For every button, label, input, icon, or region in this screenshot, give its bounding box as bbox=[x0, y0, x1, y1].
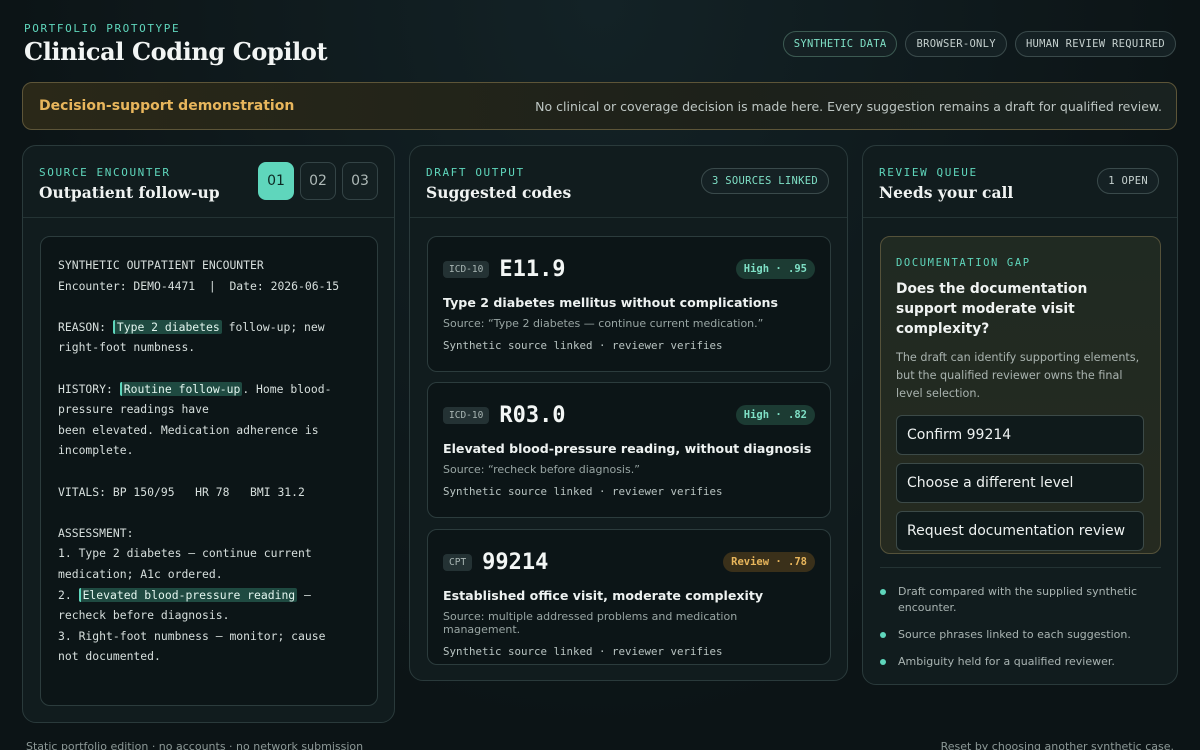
sources-linked-pill: 3 SOURCES LINKED bbox=[701, 168, 829, 194]
bullet-dot-icon bbox=[880, 632, 886, 638]
code-system-tag: CPT bbox=[443, 553, 473, 571]
app-header: PORTFOLIO PROTOTYPE Clinical Coding Copi… bbox=[24, 22, 328, 66]
request-documentation-review-button[interactable]: Request documentation review bbox=[896, 511, 1144, 551]
code-description: Type 2 diabetes mellitus without complic… bbox=[443, 295, 778, 310]
banner-title: Decision-support demonstration bbox=[39, 98, 295, 114]
note-encounter-line: Encounter: DEMO-4471 | Date: 2026-06-15 bbox=[58, 278, 340, 293]
source-panel-header: SOURCE ENCOUNTER Outpatient follow-up 01… bbox=[23, 146, 394, 218]
code-value: E11.9 bbox=[499, 256, 566, 282]
banner-text: No clinical or coverage decision is made… bbox=[535, 98, 1162, 114]
page-title: Clinical Coding Copilot bbox=[24, 37, 328, 66]
code-system-tag: ICD-10 bbox=[443, 406, 490, 424]
case-tab-03[interactable]: 03 bbox=[342, 162, 378, 200]
note-assessment-3b: not documented. bbox=[58, 649, 161, 664]
badge-browser-only: BROWSER-ONLY bbox=[905, 31, 1007, 57]
a2-prefix: 2. bbox=[58, 587, 79, 602]
reason-rest: follow-up; new bbox=[221, 319, 325, 334]
decision-options: Confirm 99214 Choose a different level R… bbox=[896, 415, 1145, 551]
gap-explanation: The draft can identify supporting elemen… bbox=[896, 351, 1140, 400]
review-panel-header: REVIEW QUEUE Needs your call 1 OPEN bbox=[863, 146, 1177, 218]
checklist-item: Source phrases linked to each suggestion… bbox=[880, 627, 1161, 643]
case-tabs: 01 02 03 bbox=[258, 162, 378, 200]
reason-label: REASON: bbox=[58, 319, 113, 334]
code-card[interactable]: CPT 99214 Review · .78 Established offic… bbox=[427, 529, 831, 665]
code-value: R03.0 bbox=[499, 402, 566, 428]
code-link-status: Synthetic source linked · reviewer verif… bbox=[443, 485, 723, 498]
note-assessment-1: 1. Type 2 diabetes — continue current bbox=[58, 546, 312, 561]
review-divider bbox=[880, 567, 1161, 568]
draft-panel-header: DRAFT OUTPUT Suggested codes 3 SOURCES L… bbox=[410, 146, 847, 218]
code-card[interactable]: ICD-10 R03.0 High · .82 Elevated blood-p… bbox=[427, 382, 831, 518]
code-link-status: Synthetic source linked · reviewer verif… bbox=[443, 645, 723, 658]
note-history-line-3: been elevated. Medication adherence is bbox=[58, 422, 319, 437]
choose-different-level-button[interactable]: Choose a different level bbox=[896, 463, 1144, 503]
checklist-text: Draft compared with the supplied synthet… bbox=[898, 585, 1138, 614]
review-queue-panel: REVIEW QUEUE Needs your call 1 OPEN DOCU… bbox=[862, 145, 1178, 685]
badge-synthetic-data: SYNTHETIC DATA bbox=[782, 31, 898, 57]
code-system-tag: ICD-10 bbox=[443, 260, 490, 278]
footer-reset-hint: Reset by choosing another synthetic case… bbox=[940, 740, 1174, 750]
checklist-item: Draft compared with the supplied synthet… bbox=[880, 584, 1161, 616]
encounter-note: SYNTHETIC OUTPATIENT ENCOUNTER Encounter… bbox=[40, 236, 378, 706]
source-highlight-diabetes[interactable]: Type 2 diabetes bbox=[112, 319, 222, 334]
checklist-item: Ambiguity held for a qualified reviewer. bbox=[880, 654, 1161, 670]
bullet-dot-icon bbox=[880, 659, 886, 665]
gap-question: Does the documentation support moderate … bbox=[896, 281, 1088, 337]
note-assessment-3: 3. Right-foot numbness — monitor; cause bbox=[58, 628, 326, 643]
note-assessment-1b: medication; A1c ordered. bbox=[58, 566, 223, 581]
footer-note: Static portfolio edition · no accounts ·… bbox=[26, 740, 364, 750]
code-description: Established office visit, moderate compl… bbox=[443, 588, 764, 603]
code-value: 99214 bbox=[482, 549, 549, 575]
checklist-text: Source phrases linked to each suggestion… bbox=[898, 628, 1131, 641]
code-description: Elevated blood-pressure reading, without… bbox=[443, 441, 812, 456]
case-tab-02[interactable]: 02 bbox=[300, 162, 336, 200]
documentation-gap-card: DOCUMENTATION GAP Does the documentation… bbox=[880, 236, 1161, 554]
disclaimer-banner: Decision-support demonstration No clinic… bbox=[22, 82, 1177, 130]
source-highlight-followup[interactable]: Routine follow-up bbox=[119, 381, 243, 396]
note-history-line-2: pressure readings have bbox=[58, 402, 209, 417]
history-rest: . Home blood- bbox=[242, 381, 332, 396]
header-badges: SYNTHETIC DATA BROWSER-ONLY HUMAN REVIEW… bbox=[782, 31, 1176, 57]
note-header-line: SYNTHETIC OUTPATIENT ENCOUNTER bbox=[58, 258, 264, 272]
confirm-code-button[interactable]: Confirm 99214 bbox=[896, 415, 1144, 455]
confidence-badge: Review · .78 bbox=[723, 552, 815, 572]
case-tab-01[interactable]: 01 bbox=[258, 162, 294, 200]
note-assessment-label: ASSESSMENT: bbox=[58, 525, 134, 540]
open-count-pill: 1 OPEN bbox=[1097, 168, 1159, 194]
note-reason-line-2: right-foot numbness. bbox=[58, 340, 196, 355]
code-source: Source: “Type 2 diabetes — continue curr… bbox=[443, 317, 764, 330]
source-encounter-panel: SOURCE ENCOUNTER Outpatient follow-up 01… bbox=[22, 145, 395, 723]
bullet-dot-icon bbox=[880, 589, 886, 595]
review-checklist: Draft compared with the supplied synthet… bbox=[880, 584, 1161, 681]
history-label: HISTORY: bbox=[58, 381, 120, 396]
header-eyebrow: PORTFOLIO PROTOTYPE bbox=[24, 22, 181, 35]
note-assessment-2b: recheck before diagnosis. bbox=[58, 608, 230, 623]
code-card[interactable]: ICD-10 E11.9 High · .95 Type 2 diabetes … bbox=[427, 236, 831, 372]
confidence-badge: High · .82 bbox=[735, 405, 815, 425]
confidence-badge: High · .95 bbox=[735, 259, 815, 279]
note-history-line: HISTORY: Routine follow-up. Home blood- bbox=[58, 379, 360, 400]
draft-output-panel: DRAFT OUTPUT Suggested codes 3 SOURCES L… bbox=[409, 145, 848, 681]
note-assessment-2: 2. Elevated blood-pressure reading — bbox=[58, 585, 360, 606]
a2-rest: — bbox=[297, 587, 311, 602]
note-vitals-line: VITALS: BP 150/95 HR 78 BMI 31.2 bbox=[58, 484, 305, 499]
checklist-text: Ambiguity held for a qualified reviewer. bbox=[898, 655, 1115, 668]
gap-eyebrow: DOCUMENTATION GAP bbox=[896, 257, 1031, 269]
code-source: Source: “recheck before diagnosis.” bbox=[443, 463, 640, 476]
code-link-status: Synthetic source linked · reviewer verif… bbox=[443, 339, 723, 352]
code-source: Source: multiple addressed problems and … bbox=[443, 610, 738, 636]
note-reason-line: REASON: Type 2 diabetes follow-up; new bbox=[58, 317, 360, 338]
note-history-line-4: incomplete. bbox=[58, 443, 134, 458]
source-highlight-bp[interactable]: Elevated blood-pressure reading bbox=[78, 587, 298, 602]
badge-human-review: HUMAN REVIEW REQUIRED bbox=[1014, 31, 1176, 57]
